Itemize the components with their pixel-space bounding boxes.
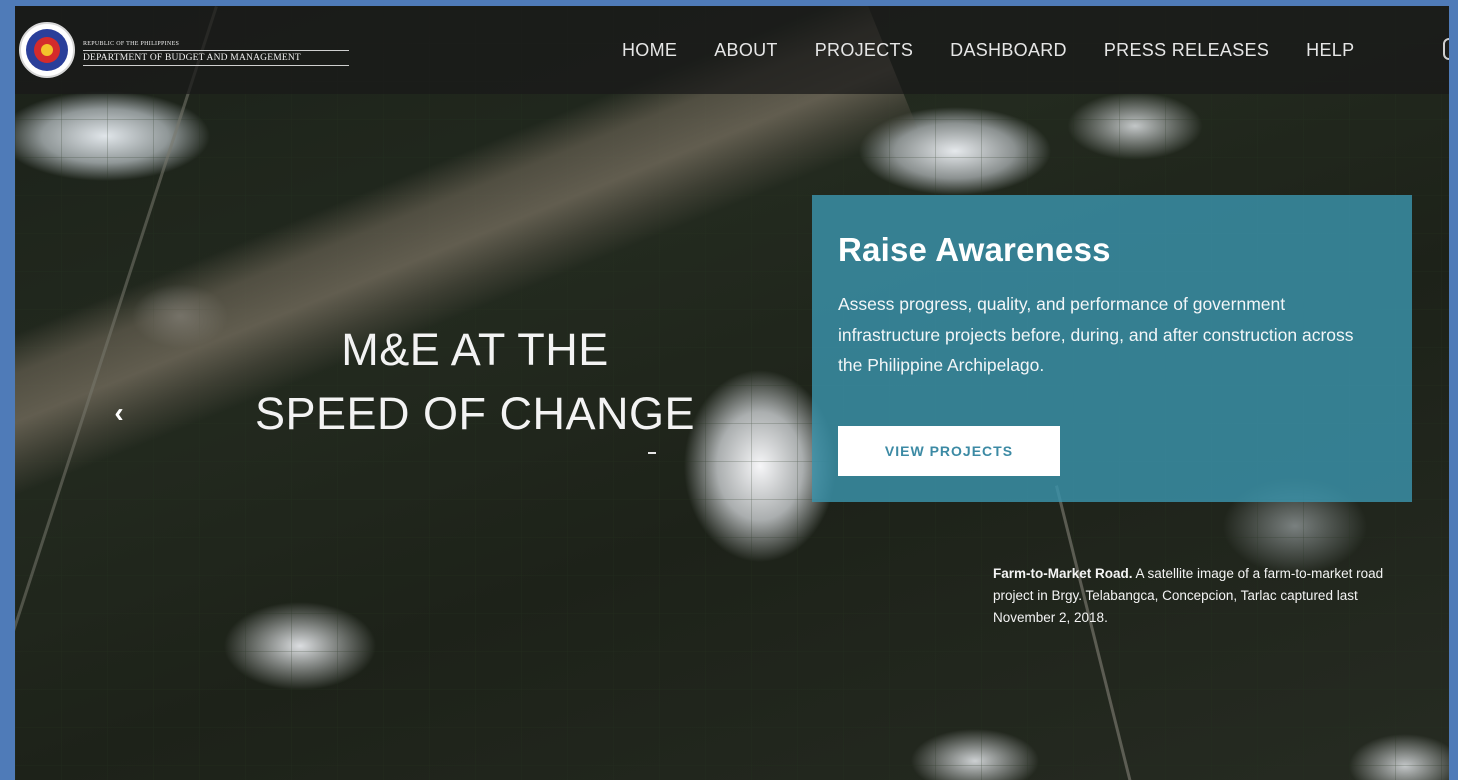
main-nav: HOME ABOUT PROJECTS DASHBOARD PRESS RELE… — [622, 40, 1354, 61]
panel-description: Assess progress, quality, and performanc… — [838, 294, 1354, 375]
search-icon[interactable] — [1443, 38, 1449, 60]
chevron-left-icon[interactable]: ‹ — [105, 396, 133, 430]
nav-help[interactable]: HELP — [1306, 40, 1354, 61]
nav-press-releases[interactable]: PRESS RELEASES — [1104, 40, 1269, 61]
seal-sun — [41, 44, 53, 56]
nav-about[interactable]: ABOUT — [714, 40, 778, 61]
top-navbar: REPUBLIC OF THE PHILIPPINES DEPARTMENT O… — [15, 6, 1449, 94]
hero-title: M&E AT THE SPEED OF CHANGE — [165, 318, 785, 446]
awareness-panel: Raise Awareness Assess progress, quality… — [812, 195, 1412, 502]
nav-projects[interactable]: PROJECTS — [815, 40, 913, 61]
nav-home[interactable]: HOME — [622, 40, 677, 61]
nav-dashboard[interactable]: DASHBOARD — [950, 40, 1067, 61]
hero-title-line-2: SPEED OF CHANGE — [254, 388, 696, 439]
panel-title: Raise Awareness — [838, 231, 1111, 268]
view-projects-button[interactable]: VIEW PROJECTS — [838, 426, 1060, 476]
brand-text[interactable]: REPUBLIC OF THE PHILIPPINES DEPARTMENT O… — [83, 40, 349, 66]
brand-line-2: DEPARTMENT OF BUDGET AND MANAGEMENT — [83, 50, 349, 66]
brand-line-1: REPUBLIC OF THE PHILIPPINES — [83, 41, 180, 47]
hero-background-image: REPUBLIC OF THE PHILIPPINES DEPARTMENT O… — [15, 6, 1449, 780]
image-caption: Farm-to-Market Road. A satellite image o… — [993, 563, 1413, 629]
dbm-seal-logo[interactable] — [19, 22, 75, 78]
hero-divider — [648, 452, 656, 454]
caption-bold: Farm-to-Market Road. — [993, 566, 1133, 581]
hero-title-line-1: M&E AT THE — [341, 324, 609, 375]
